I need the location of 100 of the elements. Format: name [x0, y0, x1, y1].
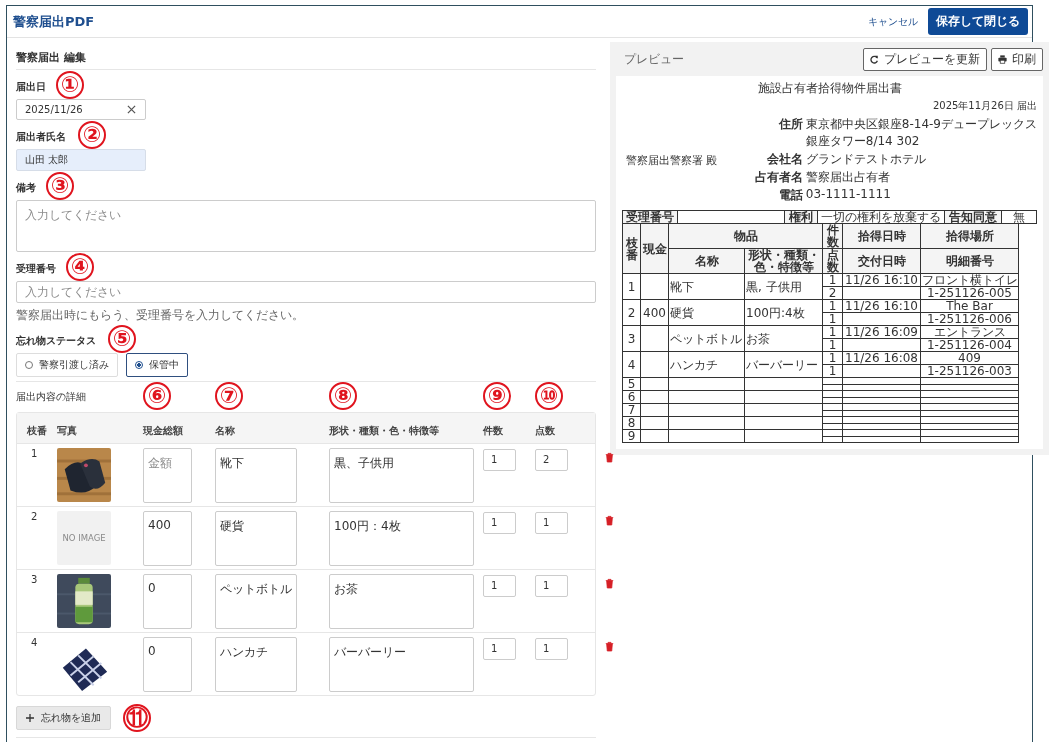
document-cell-text: 枝番 — [625, 235, 638, 262]
document-cell-text: 点数 — [826, 249, 839, 273]
name-field[interactable]: 硬貨 — [215, 511, 297, 566]
cash-field[interactable]: 0 — [143, 574, 192, 629]
points-field[interactable]: 1 — [535, 511, 568, 534]
name-field[interactable]: 靴下 — [215, 448, 297, 503]
section-title: 警察届出 編集 — [16, 50, 86, 65]
radio-option[interactable]: 警察引渡し済み — [16, 353, 118, 377]
document-cell-text: エントランス — [933, 326, 1006, 338]
document-cell-text: 1 — [828, 352, 837, 364]
document-cell-text: お茶 — [746, 331, 770, 346]
document-cell-text: 告知同意 — [949, 211, 997, 223]
document-cell-text: 4 — [627, 357, 636, 372]
document-date: 2025年11月26日 届出 — [932, 99, 1037, 113]
row-number: 2 — [30, 511, 38, 522]
callout-number: ⑦ — [215, 381, 243, 410]
name-field[interactable]: 山田 太郎 — [16, 149, 146, 171]
trash-icon[interactable] — [605, 578, 614, 589]
callout-number: ⑤ — [108, 325, 136, 353]
callout-number: ⑪ — [123, 704, 151, 732]
document-cell-text: ハンカチ — [670, 357, 718, 372]
info-label: 住所 — [777, 116, 803, 133]
info-label: 会社名 — [765, 151, 803, 168]
cash-field[interactable]: 0 — [143, 637, 192, 692]
cash-field[interactable]: 400 — [143, 511, 192, 566]
column-header: 枝番 — [27, 424, 47, 436]
cancel-link[interactable]: キャンセル — [868, 14, 918, 29]
count-field[interactable]: 1 — [483, 511, 516, 534]
row-number: 4 — [30, 637, 38, 648]
radio-option[interactable]: 保管中 — [126, 353, 188, 377]
callout-number: ⑧ — [329, 381, 357, 410]
document-cell-text: 靴下 — [670, 279, 694, 294]
count-field[interactable]: 1 — [483, 574, 516, 597]
callout-number: ⑨ — [483, 381, 511, 410]
info-value: 銀座タワー8/14 302 — [805, 133, 921, 150]
document-cell-text: 1 — [828, 365, 837, 377]
remarks-field[interactable]: 入力してください — [16, 200, 596, 252]
description-field[interactable]: 100円：4枚 — [329, 511, 474, 566]
refresh-icon — [870, 54, 879, 64]
description-field[interactable]: 黒、子供用 — [329, 448, 474, 503]
document-cell-text: 1 — [828, 339, 837, 351]
row-number: 3 — [30, 574, 38, 585]
info-label: 占有者名 — [753, 169, 803, 186]
points-field[interactable]: 1 — [535, 637, 568, 660]
info-value: 東京都中央区銀座8-14-9デュープレックス — [805, 116, 1037, 133]
document-cell-text: 拾得場所 — [945, 229, 994, 243]
refresh-button[interactable]: プレビューを更新 — [863, 47, 987, 71]
field-label: 忘れ物ステータス — [16, 334, 96, 347]
save-button[interactable]: 保存して閉じる — [928, 8, 1028, 35]
callout-number: ⑥ — [143, 381, 171, 410]
document-cell-text: 無 — [1013, 211, 1025, 223]
count-field[interactable]: 1 — [483, 448, 516, 471]
count-field[interactable]: 1 — [483, 637, 516, 660]
name-field[interactable]: ペットボトル — [215, 574, 297, 629]
document-cell-text: 現金 — [642, 241, 667, 256]
points-field[interactable]: 2 — [535, 448, 568, 471]
document-cell-text: 1-251126-004 — [927, 339, 1012, 351]
clear-icon[interactable] — [127, 105, 136, 114]
column-header: 名称 — [215, 424, 235, 436]
document-cell-text: 受理番号 — [626, 211, 674, 223]
document-cell-text: 100円:4枚 — [746, 305, 805, 320]
column-header: 件数 — [483, 424, 503, 436]
points-field[interactable]: 1 — [535, 574, 568, 597]
field-label: 備考 — [16, 181, 36, 194]
name-field[interactable]: ハンカチ — [215, 637, 297, 692]
document-cell-text: 11/26 16:10 — [845, 274, 918, 286]
document-cell-text: 1 — [828, 326, 837, 338]
document-title: 施設占有者拾得物件届出書 — [756, 80, 903, 97]
document-cell-text: 8 — [627, 417, 636, 429]
document-cell-text: フロント横トイレ — [922, 274, 1018, 286]
print-button[interactable]: 印刷 — [991, 47, 1043, 71]
document-cell-text: 一切の権利を放棄する — [821, 211, 941, 223]
callout-number: ⑩ — [535, 381, 563, 410]
description-field[interactable]: お茶 — [329, 574, 474, 629]
trash-icon[interactable] — [605, 641, 614, 652]
document-cell-text: バーバーリー — [746, 357, 818, 372]
trash-icon[interactable] — [605, 515, 614, 526]
date-field[interactable]: 2025/11/26 — [16, 99, 146, 120]
description-field[interactable]: バーバーリー — [329, 637, 474, 692]
document-cell-text: 拾得日時 — [857, 229, 906, 243]
document-cell-text: 1 — [627, 279, 636, 294]
document-cell-text: 2 — [828, 287, 837, 299]
document-cell-text: 件数 — [826, 224, 839, 248]
field-label: 届出日 — [16, 80, 46, 93]
document-cell-text: 1 — [828, 300, 837, 312]
no-image-tile: NO IMAGE — [57, 511, 111, 565]
document-cell-text: 2 — [627, 305, 636, 320]
document-cell-text: 形状・種類・色・特徴等 — [747, 249, 820, 273]
document-cell-text: 3 — [627, 331, 636, 346]
help-text: 警察届出時にもらう、受理番号を入力してください。 — [16, 307, 304, 324]
document-cell-text: 名称 — [694, 254, 719, 268]
document-cell-text: 1-251126-006 — [927, 313, 1012, 325]
document-cell-text: 1 — [828, 313, 837, 325]
document-cell-text: 11/26 16:08 — [845, 352, 918, 364]
trash-icon[interactable] — [605, 452, 614, 463]
cash-field[interactable]: 金額 — [143, 448, 192, 503]
add-item-button[interactable]: 忘れ物を追加 — [16, 706, 111, 730]
info-label: 電話 — [777, 187, 803, 204]
document-cell-text: 交付日時 — [857, 254, 906, 268]
receipt-field[interactable]: 入力してください — [16, 281, 596, 303]
